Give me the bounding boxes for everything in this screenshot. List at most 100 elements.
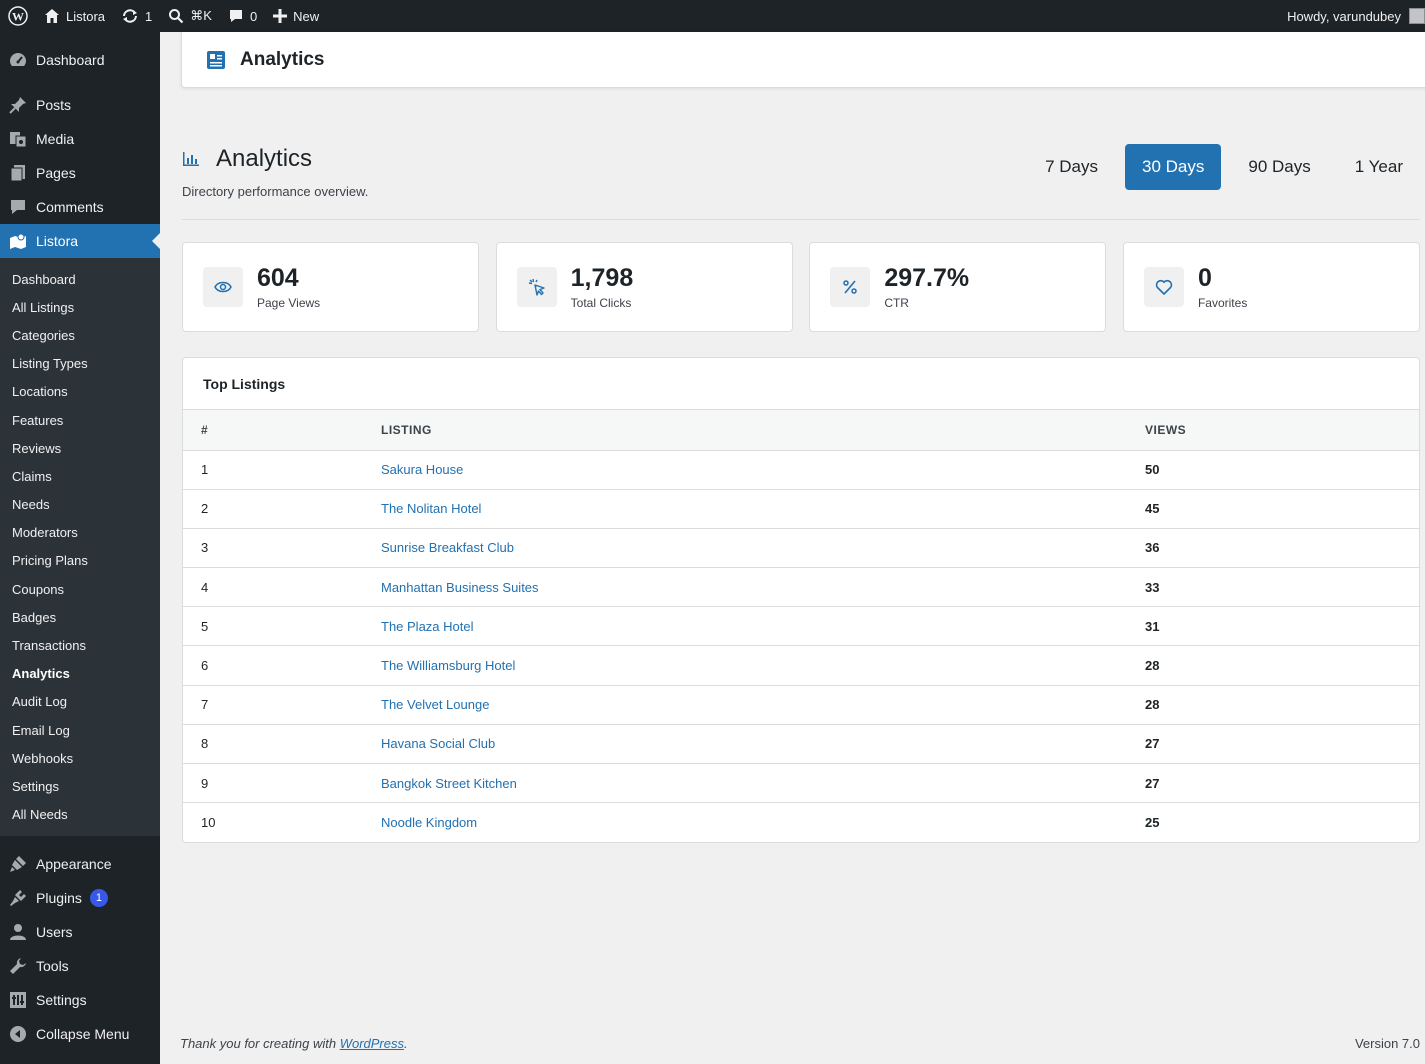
collapse-menu-button[interactable]: Collapse Menu bbox=[0, 1017, 160, 1051]
submenu-item[interactable]: Locations bbox=[0, 378, 160, 406]
top-listings-card: Top Listings # LISTING VIEWS 1 Sakura Hou… bbox=[182, 357, 1420, 843]
sidebar-item-dashboard[interactable]: Dashboard bbox=[0, 43, 160, 77]
stat-value: 604 bbox=[257, 264, 299, 292]
sidebar-item-listora[interactable]: Listora bbox=[0, 224, 160, 258]
column-header-views: VIEWS bbox=[1145, 410, 1419, 451]
collapse-icon bbox=[8, 1024, 28, 1044]
site-name-link[interactable]: Listora bbox=[36, 0, 113, 32]
new-content-link[interactable]: New bbox=[265, 0, 327, 32]
updates-link[interactable]: 1 bbox=[113, 0, 160, 32]
views-cell: 50 bbox=[1145, 450, 1419, 490]
submenu-item[interactable]: Reviews bbox=[0, 434, 160, 462]
sidebar-item-appearance[interactable]: Appearance bbox=[0, 847, 160, 881]
views-cell: 45 bbox=[1145, 489, 1419, 529]
sidebar-item-label: Collapse Menu bbox=[36, 1025, 130, 1042]
range-90-days-button[interactable]: 90 Days bbox=[1231, 144, 1327, 190]
new-label: New bbox=[293, 8, 320, 24]
settings-icon bbox=[8, 990, 28, 1010]
sidebar-item-label: Comments bbox=[36, 199, 104, 215]
submenu-item[interactable]: All Listings bbox=[0, 293, 160, 321]
sidebar-item-plugins[interactable]: Plugins 1 bbox=[0, 881, 160, 915]
wrench-icon bbox=[8, 956, 28, 976]
brush-icon bbox=[8, 854, 28, 874]
header-title: Analytics bbox=[240, 48, 325, 70]
media-icon bbox=[8, 129, 28, 149]
views-cell: 36 bbox=[1145, 528, 1419, 569]
wordpress-logo-icon[interactable]: W bbox=[0, 0, 36, 32]
sidebar-item-comments[interactable]: Comments bbox=[0, 190, 160, 224]
percent-icon bbox=[830, 267, 871, 307]
submenu-item[interactable]: Moderators bbox=[0, 519, 160, 547]
stat-label: Total Clicks bbox=[570, 296, 632, 310]
submenu-item[interactable]: Badges bbox=[0, 603, 160, 631]
listing-link[interactable]: Bangkok Street Kitchen bbox=[381, 776, 517, 791]
submenu-item[interactable]: All Needs bbox=[0, 801, 160, 829]
rank-cell: 6 bbox=[183, 645, 381, 686]
submenu-item-current[interactable]: Analytics bbox=[0, 660, 160, 688]
account-greeting[interactable]: Howdy, varundubey bbox=[1287, 9, 1401, 24]
sidebar-item-label: Media bbox=[36, 131, 75, 147]
sidebar-item-settings[interactable]: Settings bbox=[0, 983, 160, 1017]
stat-value: 297.7% bbox=[884, 264, 970, 292]
comments-link[interactable]: 0 bbox=[220, 0, 265, 32]
top-listings-title: Top Listings bbox=[183, 358, 1419, 410]
sidebar-item-users[interactable]: Users bbox=[0, 915, 160, 949]
sidebar-item-pages[interactable]: Pages bbox=[0, 156, 160, 190]
submenu-item[interactable]: Webhooks bbox=[0, 744, 160, 772]
pin-icon bbox=[8, 95, 28, 115]
views-cell: 27 bbox=[1145, 724, 1419, 765]
submenu-item[interactable]: Claims bbox=[0, 462, 160, 490]
submenu-item[interactable]: Settings bbox=[0, 772, 160, 800]
submenu-item[interactable]: Categories bbox=[0, 321, 160, 349]
submenu-item[interactable]: Dashboard bbox=[0, 265, 160, 293]
listing-link[interactable]: The Williamsburg Hotel bbox=[381, 658, 515, 673]
submenu-item[interactable]: Needs bbox=[0, 491, 160, 519]
sidebar-item-label: Tools bbox=[36, 957, 69, 974]
sidebar-item-label: Posts bbox=[36, 97, 72, 113]
table-row: 10 Noodle Kingdom 25 bbox=[183, 803, 1419, 842]
top-listings-table: # LISTING VIEWS 1 Sakura House 50 2 The Nol… bbox=[183, 410, 1419, 842]
plus-icon bbox=[273, 9, 288, 23]
listing-link[interactable]: The Nolitan Hotel bbox=[381, 501, 481, 516]
wordpress-link[interactable]: WordPress bbox=[340, 1036, 404, 1051]
views-cell: 31 bbox=[1145, 606, 1419, 647]
range-1-year-button[interactable]: 1 Year bbox=[1338, 144, 1420, 190]
sidebar-item-media[interactable]: Media bbox=[0, 122, 160, 156]
submenu-item[interactable]: Transactions bbox=[0, 631, 160, 659]
date-range-selector: 7 Days 30 Days 90 Days 1 Year bbox=[1028, 144, 1420, 190]
listing-link[interactable]: Manhattan Business Suites bbox=[381, 580, 539, 595]
range-7-days-button[interactable]: 7 Days bbox=[1028, 144, 1115, 190]
search-link[interactable]: ⌘K bbox=[160, 0, 220, 32]
submenu-item[interactable]: Coupons bbox=[0, 575, 160, 603]
listing-link[interactable]: The Plaza Hotel bbox=[381, 619, 474, 634]
submenu-item[interactable]: Audit Log bbox=[0, 688, 160, 716]
submenu-item[interactable]: Email Log bbox=[0, 716, 160, 744]
listing-link[interactable]: The Velvet Lounge bbox=[381, 697, 489, 712]
analytics-page-icon bbox=[206, 50, 226, 70]
submenu-item[interactable]: Pricing Plans bbox=[0, 547, 160, 575]
admin-sidebar: Dashboard Posts Media Pages Comments Lis… bbox=[0, 32, 160, 1064]
table-row: 7 The Velvet Lounge 28 bbox=[183, 685, 1419, 725]
submenu-item[interactable]: Listing Types bbox=[0, 350, 160, 378]
updates-count: 1 bbox=[145, 8, 153, 24]
range-30-days-button[interactable]: 30 Days bbox=[1125, 144, 1222, 190]
listing-link[interactable]: Sunrise Breakfast Club bbox=[381, 540, 514, 555]
svg-text:W: W bbox=[12, 10, 24, 24]
sidebar-item-tools[interactable]: Tools bbox=[0, 949, 160, 983]
rank-cell: 1 bbox=[183, 450, 381, 490]
listing-link[interactable]: Havana Social Club bbox=[381, 736, 495, 751]
listing-link[interactable]: Noodle Kingdom bbox=[381, 815, 477, 830]
listing-link[interactable]: Sakura House bbox=[381, 462, 463, 477]
dashboard-icon bbox=[8, 50, 28, 70]
footer-thanks-prefix: Thank you for creating with bbox=[180, 1036, 340, 1051]
footer-thanks: Thank you for creating with WordPress. bbox=[180, 1036, 408, 1051]
sidebar-item-label: Plugins bbox=[36, 889, 82, 906]
avatar[interactable] bbox=[1409, 8, 1425, 24]
updates-icon bbox=[121, 8, 139, 24]
eye-icon bbox=[203, 267, 243, 307]
map-icon bbox=[8, 231, 28, 251]
listora-submenu: Dashboard All Listings Categories Listin… bbox=[0, 258, 160, 836]
sidebar-item-posts[interactable]: Posts bbox=[0, 88, 160, 122]
submenu-item[interactable]: Features bbox=[0, 406, 160, 434]
column-header-rank: # bbox=[183, 410, 381, 451]
